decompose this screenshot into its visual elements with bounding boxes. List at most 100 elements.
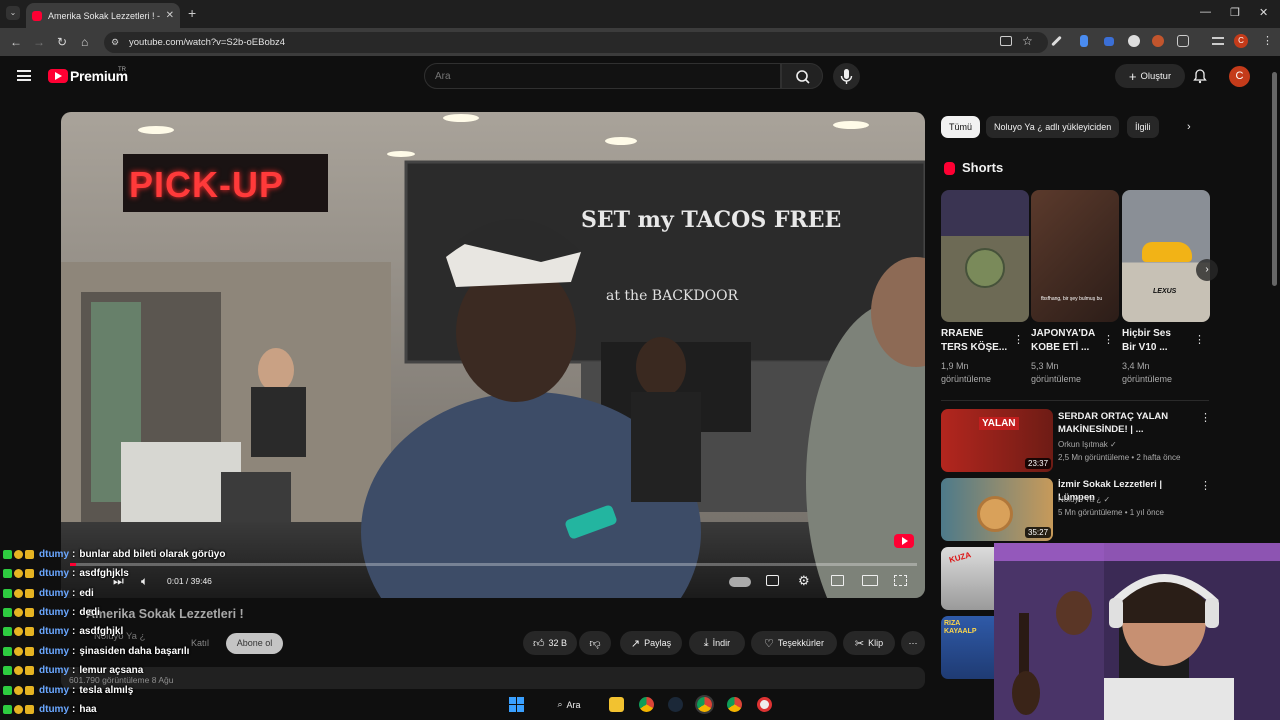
recommended-thumbnail-4[interactable]: RIZA KAYAALP <box>941 616 1001 679</box>
puzzle-extension-icon[interactable] <box>1152 35 1164 47</box>
restore-button[interactable]: ❐ <box>1230 6 1240 19</box>
video-player[interactable]: PICK-UP SET my TACOS FREE at the BACKDOO… <box>61 112 925 598</box>
share-button[interactable]: ↗ Paylaş <box>620 631 682 655</box>
voice-search-button[interactable] <box>833 63 860 90</box>
notifications-bell-icon[interactable] <box>1192 68 1208 84</box>
page-scrollbar-thumb[interactable] <box>1272 72 1277 286</box>
captions-icon[interactable] <box>766 575 779 586</box>
shorts-next-chevron-icon[interactable]: › <box>1196 259 1218 281</box>
short-menu-icon-2[interactable]: ⋮ <box>1103 333 1114 346</box>
download-button[interactable]: ⤓ İndir <box>689 631 745 655</box>
chrome-active-icon[interactable] <box>697 697 712 712</box>
recommended-menu-icon-1[interactable]: ⋮ <box>1200 411 1211 424</box>
short-title-2[interactable]: JAPONYA'DA KOBE ETİ ... <box>1031 327 1105 355</box>
search-input[interactable] <box>424 63 781 89</box>
chat-badge-icon <box>25 686 34 695</box>
close-tab-icon[interactable]: ✕ <box>166 10 174 21</box>
channel-watermark-icon[interactable] <box>891 532 917 554</box>
browser-tab[interactable]: Amerika Sokak Lezzetleri ! - Yo ✕ <box>26 3 180 28</box>
recommended-channel-1[interactable]: Orkun Işıtmak ✓ <box>1058 438 1117 451</box>
guide-menu-icon[interactable] <box>17 70 31 81</box>
file-explorer-icon[interactable] <box>609 697 624 712</box>
close-window-button[interactable]: ✕ <box>1259 6 1268 19</box>
forward-button[interactable]: → <box>33 35 45 49</box>
progress-track[interactable] <box>70 563 917 566</box>
chrome-profile-icon[interactable] <box>727 697 742 712</box>
short-title-1[interactable]: RRAENE TERS KÖŞE... <box>941 327 1015 355</box>
ghost-extension-icon[interactable] <box>1128 35 1140 47</box>
short-views-1-unit: görüntüleme <box>941 374 992 384</box>
chip-all[interactable]: Tümü <box>941 116 981 138</box>
subscribe-button[interactable]: Abone ol <box>226 633 283 654</box>
time-display: 0:01 / 39:46 <box>167 576 212 586</box>
description-box[interactable] <box>61 667 925 689</box>
youtube-logo-icon[interactable] <box>48 69 68 83</box>
reload-button[interactable]: ↻ <box>57 35 67 49</box>
browser-profile-avatar[interactable]: C <box>1234 34 1248 48</box>
recommended-title-1[interactable]: SERDAR ORTAÇ YALAN MAKİNESİNDE! | ... <box>1058 410 1198 436</box>
chip-from-uploader[interactable]: Noluyo Ya ¿ adlı yükleyiciden <box>986 116 1120 138</box>
search-button[interactable] <box>781 63 823 89</box>
chat-message: dtumy: şinasiden daha başarılı <box>3 644 189 659</box>
back-button[interactable]: ← <box>10 35 22 49</box>
chat-badge-icon <box>25 627 34 636</box>
chips-next-chevron-icon[interactable]: › <box>1187 121 1191 133</box>
minimize-button[interactable]: — <box>1200 6 1211 18</box>
short-title-3[interactable]: Hiçbir Ses Bir V10 ... <box>1122 327 1196 355</box>
like-button[interactable]: 👍︎ 32 B <box>523 631 577 655</box>
site-info-icon[interactable]: ⚙ <box>111 37 119 48</box>
short-views-3: 3,4 Mn görüntüleme <box>1122 360 1196 386</box>
recommended-channel-2[interactable]: Noluyo Ya ¿ ✓ <box>1058 493 1110 506</box>
extensions-icon[interactable] <box>1177 35 1189 47</box>
translate-extension-icon[interactable] <box>1104 37 1114 46</box>
taskbar-search[interactable]: ⌕ Ara <box>546 695 592 714</box>
clip-button[interactable]: ✂ Klip <box>843 631 895 655</box>
doc-extension-icon[interactable] <box>1080 35 1088 47</box>
settings-gear-icon[interactable]: ⚙ <box>798 573 811 588</box>
chat-badge-icon <box>25 550 34 559</box>
account-avatar[interactable]: C <box>1229 66 1250 87</box>
recording-app-icon[interactable] <box>757 697 772 712</box>
recommended-1-duration: 23:37 <box>1025 458 1052 469</box>
short-menu-icon-3[interactable]: ⋮ <box>1194 333 1205 346</box>
recommended-menu-icon-2[interactable]: ⋮ <box>1200 479 1211 492</box>
recommended-thumbnail-2[interactable]: 35:27 <box>941 478 1053 541</box>
chat-text: şinasiden daha başarılı <box>79 646 190 657</box>
chat-separator: : <box>72 685 76 696</box>
chrome-icon[interactable] <box>639 697 654 712</box>
dislike-button[interactable]: 👎︎ <box>579 631 611 655</box>
chat-badge-icon <box>3 550 12 559</box>
chat-text: bunlar abd bileti olarak görüyo <box>79 549 226 560</box>
thanks-button[interactable]: ♡ Teşekkürler <box>751 631 837 655</box>
chat-text: dedi <box>79 607 100 618</box>
more-actions-button[interactable]: ⋯ <box>901 631 925 655</box>
short-thumbnail-3[interactable]: LEXUS <box>1122 190 1210 322</box>
chat-badge-icon <box>3 647 12 656</box>
chat-separator: : <box>72 646 76 657</box>
webcam-scene <box>994 543 1280 720</box>
volume-icon[interactable]: 🔈︎ <box>141 574 154 588</box>
video-title: Amerika Sokak Lezzetleri ! <box>86 607 244 621</box>
create-button[interactable]: + Oluştur <box>1115 64 1185 88</box>
windows-start-icon[interactable] <box>509 697 524 712</box>
short-menu-icon-1[interactable]: ⋮ <box>1013 333 1024 346</box>
bookmark-star-icon[interactable]: ☆ <box>1022 34 1033 48</box>
install-app-icon[interactable] <box>1000 36 1012 46</box>
chat-badge-icon <box>3 686 12 695</box>
reading-list-icon[interactable] <box>1212 37 1224 45</box>
short-thumbnail-1[interactable] <box>941 190 1029 322</box>
steam-icon[interactable] <box>668 697 683 712</box>
tab-search-button[interactable]: ⌄ <box>6 6 20 20</box>
autoplay-toggle[interactable] <box>729 577 751 587</box>
fullscreen-icon[interactable] <box>894 575 907 586</box>
short-thumbnail-2[interactable]: fbsfhang, bir şey bulmuş bu <box>1031 190 1119 322</box>
home-button[interactable]: ⌂ <box>81 35 88 49</box>
theater-mode-icon[interactable] <box>862 575 878 586</box>
browser-menu-icon[interactable]: ⋮ <box>1262 34 1273 47</box>
recommended-thumbnail-3[interactable]: KUZA <box>941 547 1001 610</box>
recommended-thumbnail-1[interactable]: YALAN 23:37 <box>941 409 1053 472</box>
short-views-2-unit: görüntüleme <box>1031 374 1082 384</box>
new-tab-button[interactable]: + <box>188 5 196 21</box>
chip-related[interactable]: İlgili <box>1127 116 1159 138</box>
miniplayer-icon[interactable] <box>831 575 844 586</box>
